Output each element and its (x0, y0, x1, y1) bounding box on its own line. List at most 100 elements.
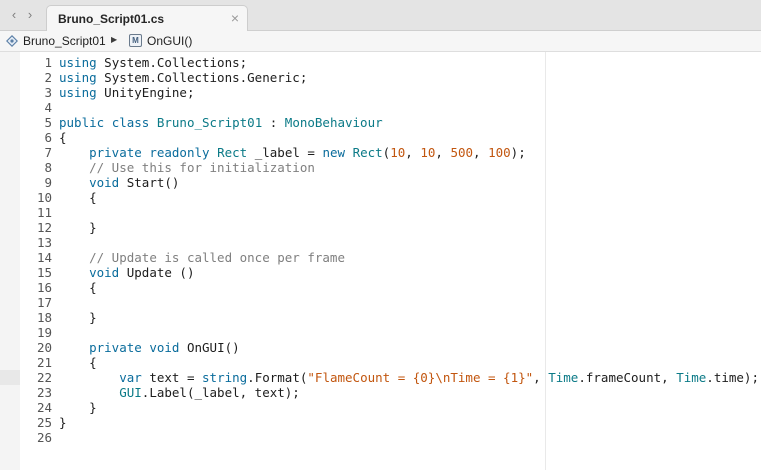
method-icon: M (129, 34, 142, 47)
code-token: System.Collections; (96, 55, 248, 70)
code-line[interactable]: 14 // Update is called once per frame (20, 250, 345, 265)
close-icon[interactable]: × (231, 10, 239, 26)
code-token: // Use this for initialization (89, 160, 315, 175)
code-line[interactable]: 10 { (20, 190, 97, 205)
line-number: 18 (36, 310, 52, 325)
code-line[interactable]: 20 private void OnGUI() (20, 340, 240, 355)
line-number: 9 (44, 175, 52, 190)
code-line[interactable]: 6{ (20, 130, 67, 145)
code-token: } (59, 220, 97, 235)
code-token: 100 (488, 145, 511, 160)
line-number: 6 (44, 130, 52, 145)
code-line[interactable]: 13 (20, 235, 59, 250)
breadcrumb-item-method[interactable]: OnGUI() (147, 34, 192, 48)
code-token: System.Collections.Generic; (96, 70, 308, 85)
tab-title: Bruno_Script01.cs (58, 12, 165, 26)
code-line[interactable]: 5 public class Bruno_Script01 : MonoBehav… (20, 115, 382, 130)
code-line[interactable]: 22 var text = string.Format("FlameCount … (20, 370, 759, 385)
gutter (0, 52, 20, 470)
code-token: text = (141, 370, 203, 385)
line-number: 22 (36, 370, 52, 385)
code-token: , (435, 145, 451, 160)
code-token: Rect (217, 145, 248, 160)
code-token: UnityEngine; (96, 85, 195, 100)
line-number: 23 (36, 385, 52, 400)
code-line[interactable]: 21 { (20, 355, 97, 370)
code-token: , (473, 145, 489, 160)
code-token: { (59, 130, 67, 145)
code-line[interactable]: 15 void Update () (20, 265, 195, 280)
code-line[interactable]: 24 } (20, 400, 97, 415)
code-token: class (111, 115, 150, 130)
code-token: 10 (390, 145, 406, 160)
line-number: 2 (44, 70, 52, 85)
code-line[interactable]: 25} (20, 415, 67, 430)
code-token: Time (548, 370, 579, 385)
code-token: } (59, 310, 97, 325)
code-line[interactable]: 11 (20, 205, 59, 220)
code-token: Update () (119, 265, 195, 280)
forward-arrow-icon[interactable]: › (22, 6, 38, 24)
code-line[interactable]: 12 } (20, 220, 97, 235)
line-number: 1 (44, 55, 52, 70)
code-line[interactable]: 3 using UnityEngine; (20, 85, 194, 100)
code-token: private (89, 340, 142, 355)
code-line[interactable]: 1 using System.Collections; (20, 55, 247, 70)
code-token: using (59, 85, 97, 100)
code-token: readonly (149, 145, 210, 160)
line-number: 17 (36, 295, 52, 310)
code-token: void (89, 265, 120, 280)
code-token: } (59, 400, 97, 415)
code-line[interactable]: 26 (20, 430, 59, 445)
code-line[interactable]: 9 void Start() (20, 175, 179, 190)
code-line[interactable]: 16 { (20, 280, 97, 295)
breadcrumb: Bruno_Script01 ▶ M OnGUI() (0, 31, 761, 52)
code-editor[interactable]: 1 using System.Collections; 2 using System.… (20, 52, 761, 470)
breadcrumb-separator-icon: ▶ (111, 35, 118, 44)
code-line[interactable]: 4 (20, 100, 59, 115)
code-token: Bruno_Script01 (156, 115, 263, 130)
code-token: { (59, 355, 97, 370)
line-number: 5 (44, 115, 52, 130)
code-token: : (262, 115, 285, 130)
line-number: 11 (36, 205, 52, 220)
code-token: { (59, 190, 97, 205)
code-line[interactable]: 7 private readonly Rect _label = new Rec… (20, 145, 525, 160)
tab-bruno-script01[interactable]: Bruno_Script01.cs × (46, 5, 248, 32)
code-line[interactable]: 23 GUI.Label(_label, text); (20, 385, 300, 400)
code-line[interactable]: 17 (20, 295, 59, 310)
current-line-indicator (0, 370, 20, 385)
code-line[interactable]: 2 using System.Collections.Generic; (20, 70, 307, 85)
code-line[interactable]: 19 (20, 325, 59, 340)
line-number: 7 (44, 145, 52, 160)
breadcrumb-item-class[interactable]: Bruno_Script01 (23, 34, 106, 48)
code-token: new (322, 145, 346, 160)
code-token: private (89, 145, 142, 160)
line-number: 3 (44, 85, 52, 100)
back-arrow-icon[interactable]: ‹ (6, 6, 22, 24)
code-token: .time); (706, 370, 759, 385)
line-number: 13 (36, 235, 52, 250)
line-number: 15 (36, 265, 52, 280)
code-line[interactable]: 18 } (20, 310, 97, 325)
code-token: Time (676, 370, 707, 385)
class-icon (6, 35, 18, 47)
code-token: .Label(_label, text); (141, 385, 300, 400)
code-token: _label = (247, 145, 323, 160)
code-token: , (533, 370, 549, 385)
code-line[interactable]: 8 // Use this for initialization (20, 160, 315, 175)
line-number: 4 (44, 100, 52, 115)
line-number: 21 (36, 355, 52, 370)
line-number: 14 (36, 250, 52, 265)
